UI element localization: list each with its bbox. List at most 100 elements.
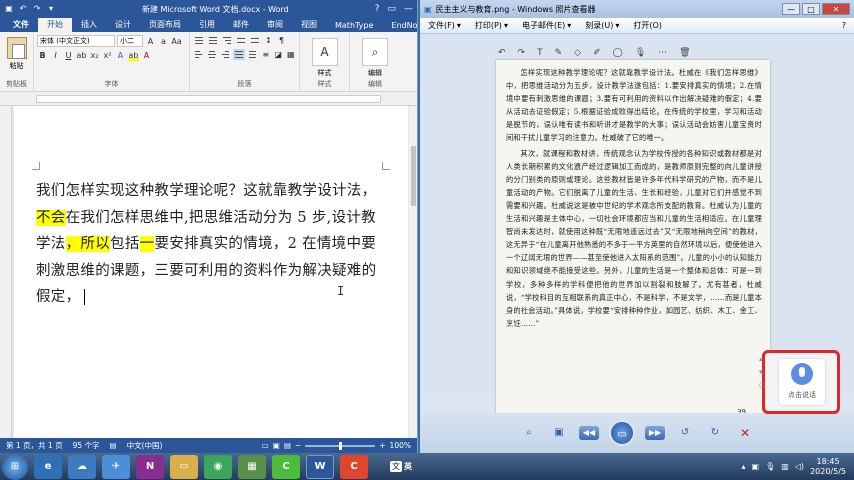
styles-button-label[interactable]: 样式: [303, 68, 346, 78]
line-spacing-icon[interactable]: ≡: [260, 49, 271, 60]
ie-icon[interactable]: e: [34, 454, 62, 479]
align-right-icon[interactable]: [220, 49, 231, 60]
strikethrough-icon[interactable]: ab: [76, 50, 87, 61]
tab-6[interactable]: 邮件: [224, 18, 258, 32]
onenote-icon[interactable]: N: [136, 454, 164, 479]
zoom-slider[interactable]: [305, 441, 376, 450]
tab-7[interactable]: 审阅: [258, 18, 292, 32]
bird-app-icon[interactable]: ✈: [102, 454, 130, 479]
tab-0[interactable]: 文件: [4, 18, 38, 32]
justify-icon[interactable]: [233, 49, 245, 60]
next-button[interactable]: ▶▶: [645, 426, 665, 440]
undo-icon[interactable]: ↶: [18, 4, 28, 14]
subscript-icon[interactable]: x₂: [89, 50, 100, 61]
document-page[interactable]: 我们怎样实现这种教学理论呢？这就靠教学设计法，不会在我们怎样思维中,把思维活动分…: [14, 106, 408, 438]
increase-indent-icon[interactable]: [249, 35, 261, 46]
widget-up-icon[interactable]: ▴: [759, 355, 765, 363]
viewer-help-button[interactable]: ?: [842, 21, 846, 30]
tab-5[interactable]: 引用: [190, 18, 224, 32]
voice-input-widget[interactable]: ▴ ▾ ○ 点击说话: [759, 350, 840, 414]
redo-icon[interactable]: ↷: [32, 4, 42, 14]
decrease-indent-icon[interactable]: [235, 35, 247, 46]
widget-settings-icon[interactable]: ○: [759, 381, 765, 389]
save-icon[interactable]: ▣: [4, 4, 14, 14]
proofing-icon[interactable]: ▤: [110, 441, 117, 450]
web-layout-icon[interactable]: ▤: [284, 441, 291, 450]
image-app-icon[interactable]: ▦: [238, 454, 266, 479]
tray-expand-icon[interactable]: ▴: [741, 462, 745, 471]
page-count[interactable]: 第 1 页，共 1 页: [6, 440, 63, 451]
network-icon[interactable]: ▥: [781, 462, 789, 471]
language-indicator[interactable]: 中文(中国): [127, 440, 163, 451]
viewer-menu-item[interactable]: 刻录(U): [585, 20, 613, 31]
ribbon-display-icon[interactable]: ▭: [387, 4, 396, 14]
distributed-icon[interactable]: [247, 49, 258, 60]
word-count[interactable]: 95 个字: [73, 440, 100, 451]
vertical-scrollbar[interactable]: [409, 106, 417, 438]
baidu-netdisk-icon[interactable]: ☁: [68, 454, 96, 479]
superscript-icon[interactable]: x²: [102, 50, 113, 61]
font-name-combo[interactable]: 宋体 (中文正文): [37, 35, 115, 47]
camtasia-icon[interactable]: C: [272, 454, 300, 479]
shading-icon[interactable]: ◪: [273, 49, 284, 60]
styles-gallery-icon[interactable]: A: [311, 38, 338, 66]
align-center-icon[interactable]: [206, 49, 217, 60]
change-case-icon[interactable]: Aa: [171, 36, 182, 47]
microphone-icon[interactable]: [791, 363, 813, 385]
bullets-icon[interactable]: [193, 35, 205, 46]
clock[interactable]: 18:45 2020/5/5: [810, 457, 846, 477]
tab-9[interactable]: MathType: [326, 20, 382, 32]
viewer-minimize-button[interactable]: —: [782, 3, 800, 15]
tab-3[interactable]: 设计: [106, 18, 140, 32]
font-color-icon[interactable]: A: [141, 50, 152, 61]
eraser-icon[interactable]: ◇: [574, 48, 581, 58]
scrollbar-thumb[interactable]: [411, 146, 416, 206]
zoom-icon[interactable]: ⌕: [519, 426, 539, 440]
numbering-icon[interactable]: [207, 35, 219, 46]
tray-app-icon[interactable]: ▣: [752, 462, 760, 471]
vertical-ruler[interactable]: [0, 106, 12, 438]
grow-font-icon[interactable]: A: [145, 36, 156, 47]
viewer-menu-item[interactable]: 打开(O): [633, 20, 662, 31]
tab-8[interactable]: 视图: [292, 18, 326, 32]
rotate-ccw-icon[interactable]: ↺: [675, 426, 695, 440]
zoom-out-button[interactable]: −: [295, 441, 301, 450]
more-icon[interactable]: ⋯: [658, 48, 667, 58]
viewer-maximize-button[interactable]: □: [802, 3, 820, 15]
pen-icon[interactable]: ✎: [555, 48, 563, 58]
minimize-button[interactable]: —: [404, 4, 413, 14]
slideshow-button[interactable]: ▭: [609, 420, 635, 446]
voice-button-label[interactable]: 点击说话: [788, 390, 816, 400]
zoom-in-button[interactable]: +: [379, 441, 385, 450]
dropdown-chevron-icon[interactable]: ▾: [567, 21, 571, 30]
shrink-font-icon[interactable]: a: [158, 36, 169, 47]
rotate-cw-icon[interactable]: ↻: [705, 426, 725, 440]
sort-icon[interactable]: ↕: [263, 35, 274, 46]
paste-icon[interactable]: [6, 37, 27, 59]
volume-icon[interactable]: ◁): [795, 462, 804, 471]
document-body-text[interactable]: 我们怎样实现这种教学理论呢？这就靠教学设计法，不会在我们怎样思维中,把思维活动分…: [36, 178, 386, 311]
multilevel-list-icon[interactable]: [221, 35, 233, 46]
tab-1[interactable]: 开始: [38, 18, 72, 32]
editing-button-label[interactable]: 编辑: [353, 68, 397, 78]
microphone-tray-icon[interactable]: 🎙: [765, 462, 775, 471]
bold-icon[interactable]: B: [37, 50, 48, 61]
show-marks-icon[interactable]: ¶: [276, 35, 287, 46]
viewer-menu-item[interactable]: 文件(F): [428, 20, 455, 31]
borders-icon[interactable]: ▦: [285, 49, 296, 60]
dropdown-chevron-icon[interactable]: ▾: [504, 21, 508, 30]
help-button[interactable]: ?: [375, 4, 380, 14]
tab-4[interactable]: 页面布局: [140, 18, 190, 32]
back-icon[interactable]: ↶: [498, 48, 506, 58]
dropdown-chevron-icon[interactable]: ▾: [457, 21, 461, 30]
highlight-icon[interactable]: ab: [128, 50, 139, 61]
find-icon[interactable]: ⌕: [362, 38, 388, 66]
customize-qa-icon[interactable]: ▾: [46, 4, 56, 14]
forward-icon[interactable]: ↷: [518, 48, 526, 58]
text-tool-icon[interactable]: T: [537, 48, 543, 58]
underline-icon[interactable]: U: [63, 50, 74, 61]
viewer-menu-item[interactable]: 电子邮件(E): [522, 20, 565, 31]
read-mode-icon[interactable]: ▭: [262, 441, 269, 450]
tab-10[interactable]: EndNote: [382, 20, 417, 32]
viewer-menu-item[interactable]: 打印(P): [475, 20, 502, 31]
